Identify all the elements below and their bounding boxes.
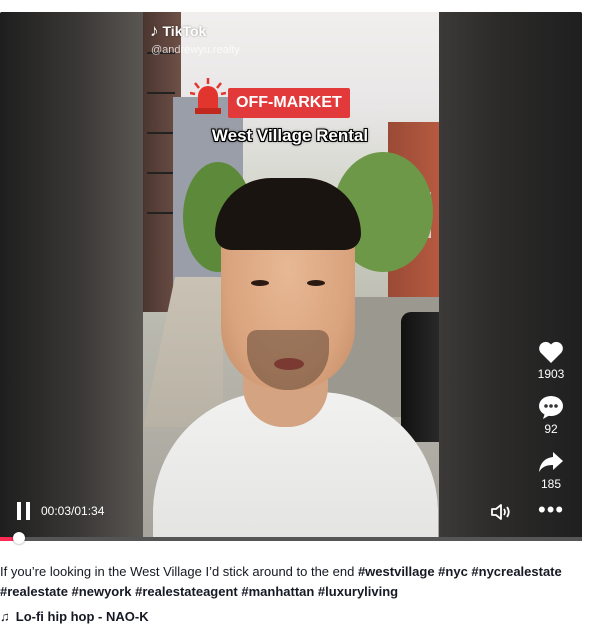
video-player[interactable]: ♪ TikTok @andrewyu.realty OFF-MARKET Wes… [0,12,582,540]
video-caption-overlay: West Village Rental [211,126,369,145]
playback-time: 00:03/01:34 [41,504,105,518]
music-info[interactable]: ♫ Lo-fi hip hop - NAO-K [0,609,149,624]
tiktok-watermark: ♪ TikTok [150,22,206,39]
share-button[interactable]: 185 [528,450,574,491]
more-options-icon[interactable]: ••• [538,499,564,521]
video-description: If you’re looking in the West Village I’… [0,562,596,602]
pause-icon[interactable] [16,502,32,520]
share-count: 185 [540,477,562,491]
description-text: If you’re looking in the West Village I’… [0,564,358,579]
person-eye [251,280,269,286]
comment-count: 92 [544,422,558,436]
volume-icon[interactable] [490,502,512,522]
progress-scrubber-handle[interactable] [12,532,25,544]
share-icon [539,452,563,472]
person-mouth [274,358,304,370]
watermark-username: @andrewyu.realty [151,44,240,56]
comment-button[interactable]: 92 [528,395,574,436]
like-button[interactable]: 1903 [528,340,574,381]
person-eye [307,280,325,286]
comment-icon [539,396,563,419]
blurred-background-left [0,12,143,540]
person-hair [215,178,361,250]
music-title: Lo-fi hip hop - NAO-K [15,609,149,624]
tiktok-logo-icon: ♪ [150,21,159,40]
tiktok-brand-label: TikTok [162,22,207,39]
action-rail: 1903 92 185 [528,340,574,505]
parked-car [401,312,439,442]
siren-icon [190,78,226,114]
music-note-icon: ♫ [0,609,10,624]
heart-icon [539,341,563,363]
progress-bar-track[interactable] [0,537,582,541]
off-market-badge: OFF-MARKET [228,88,350,118]
like-count: 1903 [537,367,565,381]
